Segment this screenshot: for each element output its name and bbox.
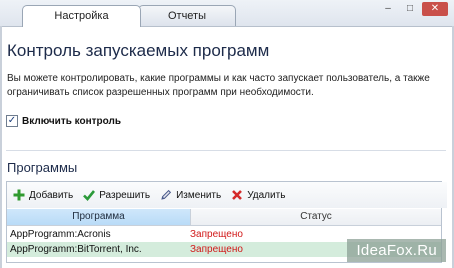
close-button[interactable]: ✕ <box>422 2 448 16</box>
program-name-cell: AppProgramm:BitTorrent, Inc. <box>10 244 142 255</box>
allow-button[interactable]: Разрешить <box>83 189 150 201</box>
minimize-button[interactable]: – <box>378 2 398 16</box>
programs-table-header: Программа Статус <box>7 209 441 226</box>
pencil-icon <box>161 189 172 200</box>
page-title: Контроль запускаемых программ <box>7 41 270 60</box>
column-header-program[interactable]: Программа <box>7 209 191 225</box>
checkmark-icon <box>83 190 96 201</box>
window-border-left <box>0 26 2 268</box>
add-button[interactable]: Добавить <box>13 189 73 201</box>
enable-control-checkbox[interactable]: ✓ <box>6 115 18 127</box>
tab-reports[interactable]: Отчеты <box>138 5 236 26</box>
plus-icon <box>13 189 25 201</box>
edit-button-label: Изменить <box>176 189 222 201</box>
window-controls: – □ ✕ <box>378 2 448 16</box>
edit-button[interactable]: Изменить <box>160 189 221 201</box>
section-divider <box>6 150 446 151</box>
enable-control-row[interactable]: ✓ Включить контроль <box>6 115 121 127</box>
column-header-status[interactable]: Статус <box>191 209 441 225</box>
allow-button-label: Разрешить <box>99 189 151 201</box>
maximize-button[interactable]: □ <box>400 2 420 16</box>
red-x-icon <box>232 190 243 200</box>
tab-bar: Настройка Отчеты – □ ✕ <box>0 0 454 27</box>
watermark: IdeaFox.Ru <box>347 239 446 262</box>
add-button-label: Добавить <box>29 189 74 201</box>
programs-toolbar: Добавить Разрешить Изменить Удалить <box>7 182 447 208</box>
enable-control-label[interactable]: Включить контроль <box>22 116 121 127</box>
tab-settings[interactable]: Настройка <box>22 5 141 27</box>
delete-button-label: Удалить <box>247 189 286 201</box>
delete-button[interactable]: Удалить <box>231 189 285 201</box>
page-description: Вы можете контролировать, какие программ… <box>7 73 430 98</box>
programs-section-title: Программы <box>7 160 78 175</box>
program-name-cell: AppProgramm:Acronis <box>10 229 111 240</box>
